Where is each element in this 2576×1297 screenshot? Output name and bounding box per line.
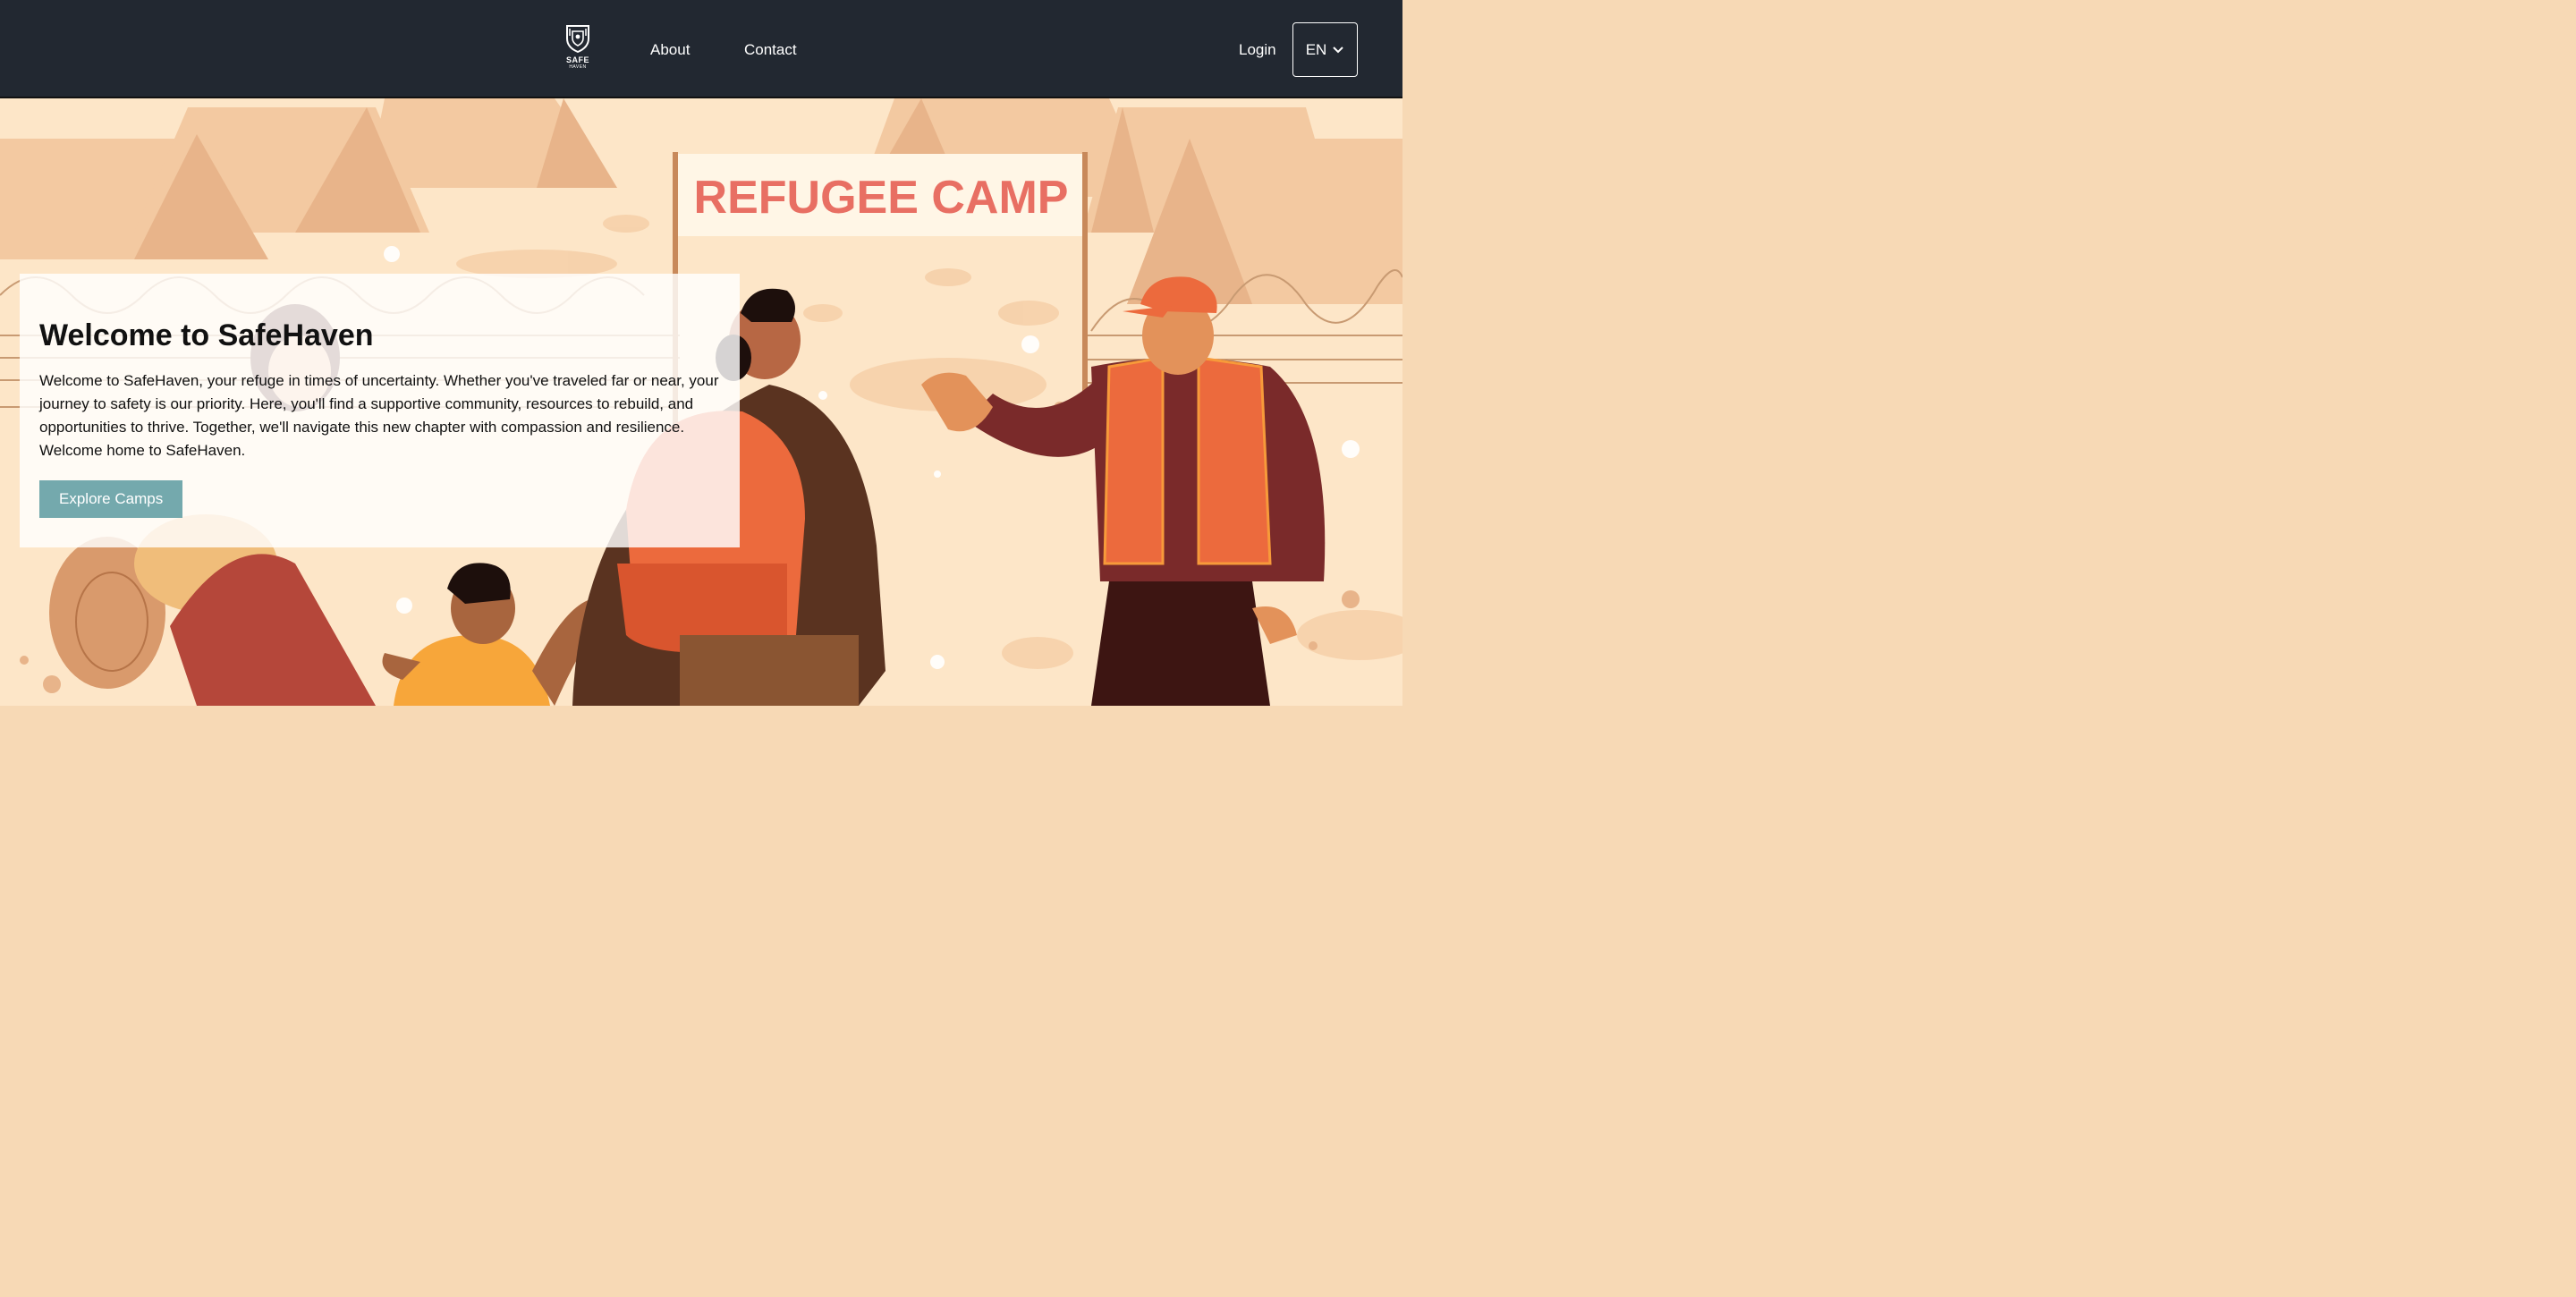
welcome-card: Welcome to SafeHaven Welcome to SafeHave… (20, 274, 740, 547)
hero-section: REFUGEE CAMP Welcome to SafeHaven Welcom… (0, 98, 1402, 706)
chevron-down-icon (1333, 46, 1344, 53)
logo-text: SAFE (565, 55, 589, 64)
welcome-title: Welcome to SafeHaven (39, 318, 374, 352)
safehaven-logo[interactable]: SAFE HAVEN (560, 23, 596, 77)
welcome-body: Welcome to SafeHaven, your refuge in tim… (39, 372, 719, 459)
language-selector[interactable]: EN (1292, 22, 1358, 77)
top-navbar: SAFE HAVEN About Contact Login EN (0, 0, 1402, 98)
nav-about-link[interactable]: About (650, 41, 690, 59)
nav-login-link[interactable]: Login (1239, 41, 1276, 59)
nav-contact-link[interactable]: Contact (744, 41, 797, 59)
explore-camps-button[interactable]: Explore Camps (39, 480, 183, 518)
sign-text: REFUGEE CAMP (694, 172, 1069, 224)
shield-logo-icon (566, 25, 589, 54)
logo-subtext: HAVEN (569, 64, 587, 70)
language-value: EN (1305, 40, 1327, 58)
